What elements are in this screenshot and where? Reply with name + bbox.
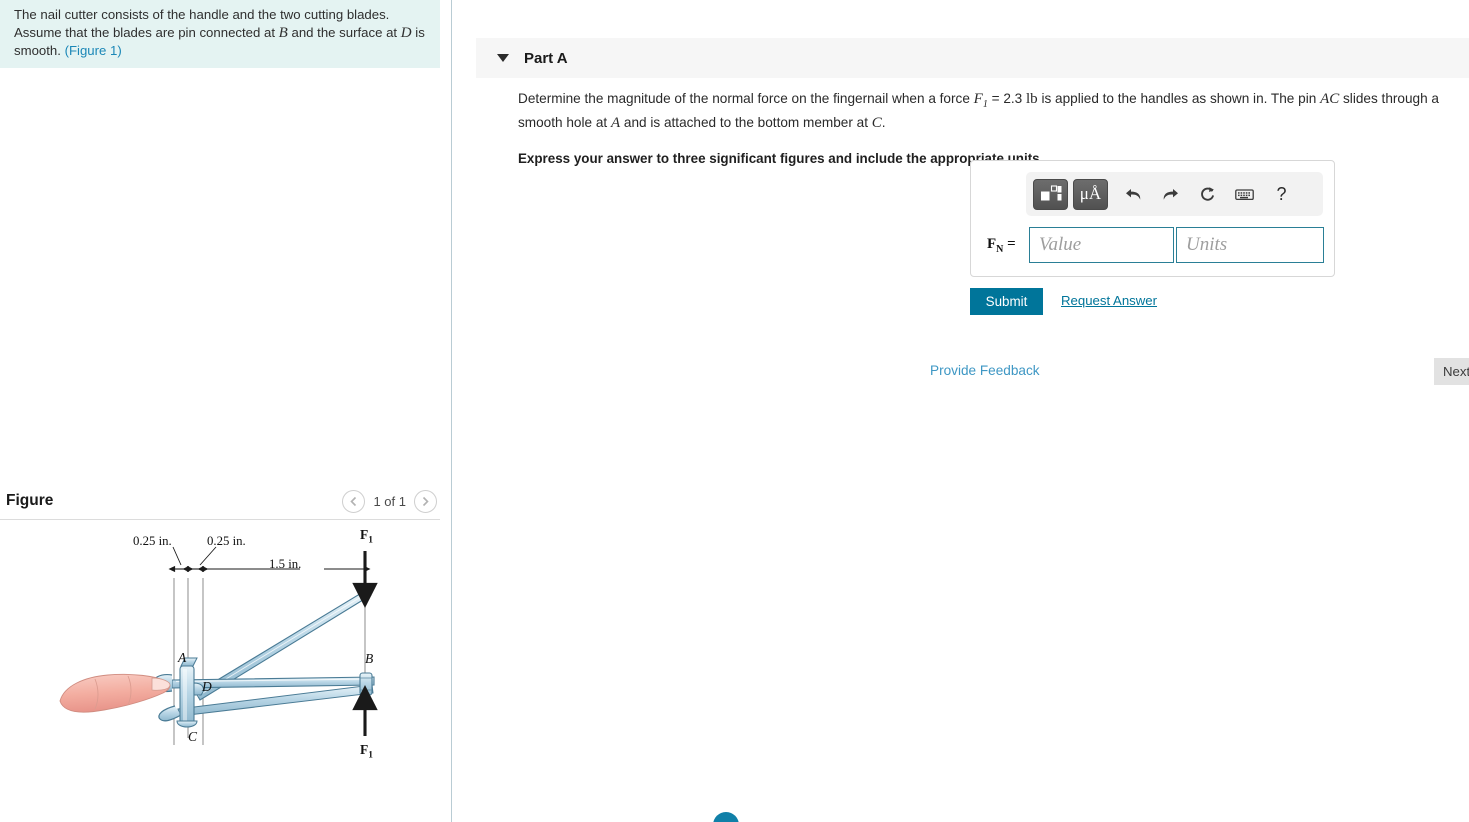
micro-angstrom-units-icon[interactable]: μÅ (1073, 178, 1108, 210)
help-icon-label: ? (1276, 183, 1287, 204)
right-panel: Part A Determine the magnitude of the no… (452, 0, 1469, 822)
answer-entry-box: μÅ ? FN = Value Units (970, 160, 1335, 277)
figure-next-button[interactable] (414, 490, 437, 513)
answer-variable-label: FN = (987, 236, 1029, 255)
question-text: Determine the magnitude of the normal fo… (518, 90, 1468, 132)
figure-point-d: D (202, 679, 212, 694)
question-equals: = 2.3 (987, 91, 1026, 106)
question-body: Determine the magnitude of the normal fo… (518, 90, 1469, 166)
page-root: The nail cutter consists of the handle a… (0, 0, 1469, 822)
problem-var-b: B (278, 24, 288, 41)
nail-cutter-diagram (59, 546, 378, 745)
figure-navigation: 1 of 1 (342, 490, 437, 513)
problem-line-2a: Assume that the blades are pin connected… (14, 24, 279, 40)
figure-title: Figure (6, 492, 54, 509)
figure-force-top-sub: 1 (368, 535, 373, 546)
figure-counter: 1 of 1 (373, 494, 406, 509)
answer-input-row: FN = (971, 227, 1336, 263)
question-period: . (881, 115, 886, 130)
math-template-icon[interactable] (1033, 178, 1068, 210)
redo-glyph (1163, 188, 1178, 200)
answer-label-equals: = (1003, 235, 1016, 252)
undo-arrow-icon[interactable] (1117, 179, 1150, 209)
question-force-units: lb (1026, 91, 1038, 107)
triangle-down-icon[interactable] (497, 54, 509, 62)
chevron-right-icon (422, 496, 429, 507)
question-part-a: Determine the magnitude of the normal fo… (518, 91, 974, 106)
keyboard-icon[interactable] (1228, 179, 1261, 209)
problem-text: The nail cutter consists of the handle a… (14, 6, 426, 60)
question-pin-ac: AC (1320, 91, 1340, 107)
figure-point-b: B (365, 651, 374, 666)
reset-glyph (1201, 186, 1215, 201)
request-answer-link[interactable]: Request Answer (1061, 293, 1157, 308)
answer-units-input[interactable] (1176, 227, 1324, 263)
figure-1-link[interactable]: (Figure 1) (65, 43, 122, 58)
figure-point-c: C (188, 729, 198, 744)
problem-var-d: D (400, 24, 412, 41)
figure-dim-mid: 0.25 in. (207, 534, 246, 548)
units-icon-label: μÅ (1079, 184, 1102, 203)
submit-button[interactable]: Submit (970, 288, 1043, 315)
redo-arrow-icon[interactable] (1154, 179, 1187, 209)
part-a-header[interactable]: Part A (476, 38, 1469, 78)
figure-section: Figure 1 of 1 0.25 in. 0.25 in. 1.5 in. … (0, 486, 440, 822)
figure-point-a: A (178, 650, 187, 665)
question-part-b: is applied to the handles as shown in. T… (1037, 91, 1321, 106)
question-mark-icon[interactable]: ? (1265, 179, 1298, 209)
answer-toolbar: μÅ ? (1026, 172, 1323, 216)
figure-prev-button[interactable] (342, 490, 366, 513)
part-title: Part A (524, 49, 568, 67)
question-force-symbol: F1 (973, 91, 988, 110)
figure-header: Figure 1 of 1 (0, 486, 440, 523)
undo-glyph (1126, 188, 1141, 200)
figure-image[interactable]: 0.25 in. 0.25 in. 1.5 in. A B C D F1 F1 (0, 523, 440, 822)
figure-force-bottom-sub: 1 (368, 750, 373, 761)
figure-force-top-base: F (360, 527, 369, 542)
figure-header-divider (0, 519, 440, 520)
chevron-left-icon (350, 496, 357, 507)
question-part-d: and is attached to the bottom member at (620, 115, 872, 130)
answer-value-input[interactable] (1029, 227, 1174, 263)
problem-line-2b: and the surface at (287, 24, 398, 40)
reset-circular-arrow-icon[interactable] (1191, 179, 1224, 209)
question-point-c: C (871, 115, 882, 131)
template-squares-icon (1040, 185, 1061, 201)
answer-label-base: F (987, 235, 997, 252)
problem-statement: The nail cutter consists of the handle a… (0, 0, 440, 68)
figure-force-top: F1 (360, 527, 373, 546)
provide-feedback-link[interactable]: Provide Feedback (930, 363, 1040, 378)
figure-dim-right: 1.5 in. (269, 557, 302, 571)
figure-dim-left: 0.25 in. (133, 534, 172, 548)
problem-line-1: The nail cutter consists of the handle a… (14, 7, 390, 22)
left-panel: The nail cutter consists of the handle a… (0, 0, 451, 822)
figure-force-bottom: F1 (360, 742, 373, 761)
question-point-a: A (610, 115, 621, 131)
figure-force-bottom-base: F (360, 742, 369, 757)
keyboard-glyph (1235, 188, 1254, 200)
next-button[interactable]: Next (1434, 358, 1469, 385)
